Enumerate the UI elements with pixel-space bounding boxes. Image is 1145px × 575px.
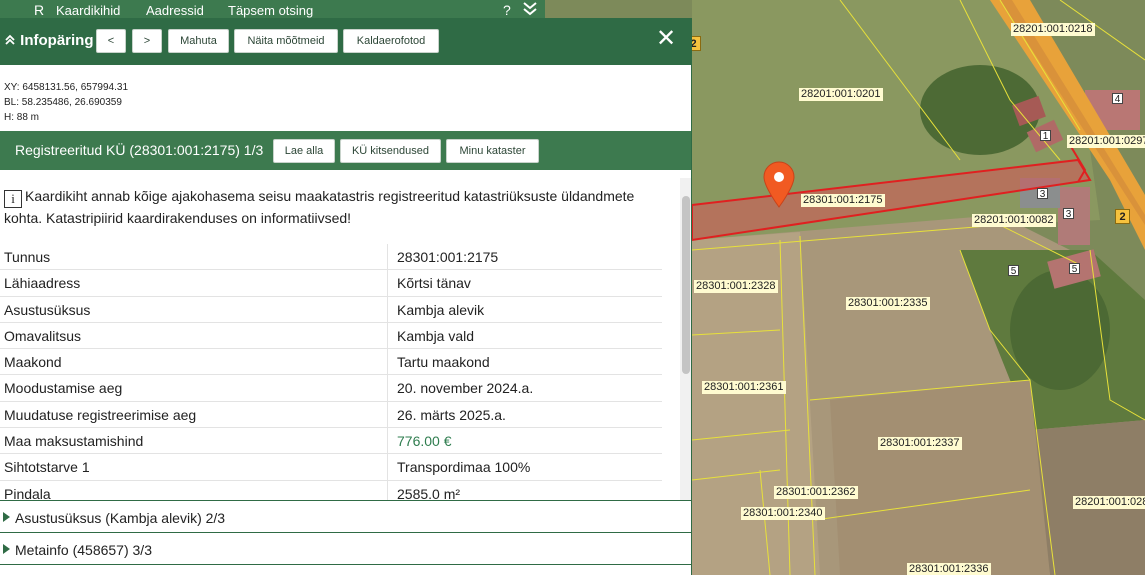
oblique-photos-button[interactable]: Kaldaerofotod	[343, 29, 439, 53]
top-toolbar: R Kaardikihid Aadressid Täpsem otsing ?	[0, 0, 545, 18]
help-icon[interactable]: ?	[503, 2, 511, 18]
restrictions-button[interactable]: KÜ kitsendused	[340, 139, 441, 163]
parcel-label: 28301:001:2335	[846, 297, 930, 310]
table-row: Omavalitsus Kambja vald	[0, 322, 662, 350]
attr-key: Sihtotstarve 1	[4, 459, 90, 476]
table-row: Asustusüksus Kambja alevik	[0, 296, 662, 323]
attr-value: Kõrtsi tänav	[397, 275, 471, 292]
info-panel: Infopäring < > Mahuta Näita mõõtmeid Kal…	[0, 18, 692, 575]
table-row: Pindala 2585.0 m²	[0, 480, 662, 500]
house-number: 5	[1069, 263, 1080, 275]
table-row: Maakond Tartu maakond	[0, 349, 662, 376]
close-icon[interactable]: ✕	[655, 27, 677, 51]
menu-tapsem-otsing[interactable]: Täpsem otsing	[228, 4, 313, 18]
parcel-label: 28201:001:0281	[1073, 496, 1145, 509]
chevron-double-down-icon[interactable]	[522, 0, 538, 18]
location-pin-icon[interactable]	[762, 160, 796, 208]
road-number-badge: 2	[1115, 209, 1130, 224]
panel-title-label: Infopäring	[20, 32, 94, 49]
parcel-label: 28301:001:2337	[878, 437, 962, 450]
r-logo-icon: R	[34, 2, 45, 18]
parcel-label: 28301:001:2340	[741, 507, 825, 520]
parcel-label: 28301:001:2328	[694, 280, 778, 293]
table-row: Muudatuse registreerimise aeg 26. märts 2…	[0, 401, 662, 429]
menu-kaardikihid[interactable]: Kaardikihid	[56, 4, 120, 18]
attr-key: Asustusüksus	[4, 301, 91, 318]
chevron-up-icon[interactable]	[4, 34, 16, 46]
attr-key: Pindala	[4, 485, 51, 500]
fit-button[interactable]: Mahuta	[168, 29, 229, 53]
attr-value: 2585.0 m²	[397, 485, 461, 500]
expand-arrow-icon	[3, 544, 10, 554]
house-number: 1	[1040, 130, 1051, 142]
parcel-label: 28301:001:2175	[801, 194, 885, 207]
section-header: Registreeritud KÜ (28301:001:2175) 1/3 L…	[0, 131, 691, 170]
attr-key: Maakond	[4, 354, 62, 371]
info-notice: i Kaardikiht annab kõige ajakohasema seis…	[4, 186, 654, 228]
coordinates-readout: XY: 6458131.56, 657994.31 BL: 58.235486,…	[4, 80, 128, 125]
attr-value: 26. märts 2025.a.	[397, 406, 506, 423]
table-row: Tunnus 28301:001:2175	[0, 244, 662, 271]
collapsed-section-label: Metainfo (458657) 3/3	[15, 542, 152, 558]
prev-button[interactable]: <	[96, 29, 126, 53]
scroll-thumb[interactable]	[682, 196, 690, 374]
panel-header: Infopäring < > Mahuta Näita mõõtmeid Kal…	[0, 18, 691, 65]
collapsed-section-metainfo[interactable]: Metainfo (458657) 3/3	[0, 532, 691, 565]
attr-value: Tartu maakond	[397, 354, 490, 371]
collapsed-section-label: Asustusüksus (Kambja alevik) 2/3	[15, 510, 226, 526]
tax-value-link[interactable]: 776.00 €	[397, 433, 452, 449]
attr-key: Omavalitsus	[4, 327, 82, 344]
height-value: H: 88 m	[4, 112, 40, 123]
attr-key: Maa maksustamishind	[4, 433, 144, 450]
attr-value: Kambja vald	[397, 327, 475, 344]
house-number: 3	[1037, 188, 1048, 200]
menu-aadressid[interactable]: Aadressid	[146, 4, 204, 18]
house-number: 3	[1063, 208, 1074, 220]
house-number: 4	[1112, 93, 1123, 105]
attr-key: Lähiaadress	[4, 275, 81, 292]
bl-coordinates: BL: 58.235486, 26.690359	[4, 97, 122, 108]
attr-value: Kambja alevik	[397, 301, 485, 318]
download-button[interactable]: Lae alla	[273, 139, 335, 163]
parcel-label: 28201:001:0218	[1011, 23, 1095, 36]
show-measurements-button[interactable]: Näita mõõtmeid	[234, 29, 338, 53]
attr-value: 20. november 2024.a.	[397, 380, 534, 397]
table-row: Maa maksustamishind 776.00 €	[0, 428, 662, 455]
attr-value: Transpordimaa 100%	[397, 459, 531, 476]
attr-key: Moodustamise aeg	[4, 380, 123, 397]
section-title: Registreeritud KÜ (28301:001:2175) 1/3	[15, 142, 264, 158]
house-number: 5	[1008, 265, 1019, 277]
collapsed-section-settlement[interactable]: Asustusüksus (Kambja alevik) 2/3	[0, 500, 691, 533]
attr-key: Muudatuse registreerimise aeg	[4, 406, 197, 423]
parcel-label: 28201:001:0201	[799, 88, 883, 101]
expand-arrow-icon	[3, 512, 10, 522]
attr-value: 28301:001:2175	[397, 249, 499, 265]
panel-title[interactable]: Infopäring	[4, 32, 94, 49]
parcel-label: 28201:001:0297	[1067, 135, 1145, 148]
table-row: Lähiaadress Kõrtsi tänav	[0, 270, 662, 297]
parcel-label: 28301:001:2336	[907, 563, 991, 575]
attr-key: Tunnus	[4, 249, 51, 265]
xy-coordinates: XY: 6458131.56, 657994.31	[4, 82, 129, 93]
next-button[interactable]: >	[132, 29, 162, 53]
table-row: Sihtotstarve 1 Transpordimaa 100%	[0, 454, 662, 481]
parcel-label: 28201:001:0082	[972, 214, 1056, 227]
panel-content: i Kaardikiht annab kõige ajakohasema seis…	[0, 170, 680, 500]
table-row: Moodustamise aeg 20. november 2024.a.	[0, 375, 662, 402]
attribute-table: Tunnus 28301:001:2175 Lähiaadress Kõrtsi t…	[0, 244, 662, 500]
scrollbar[interactable]	[680, 178, 691, 500]
parcel-label: 28301:001:2362	[774, 486, 858, 499]
info-icon: i	[4, 190, 22, 208]
info-notice-text: Kaardikiht annab kõige ajakohasema seisu…	[4, 188, 635, 226]
parcel-label: 28301:001:2361	[702, 381, 786, 394]
my-cadastre-button[interactable]: Minu kataster	[446, 139, 539, 163]
